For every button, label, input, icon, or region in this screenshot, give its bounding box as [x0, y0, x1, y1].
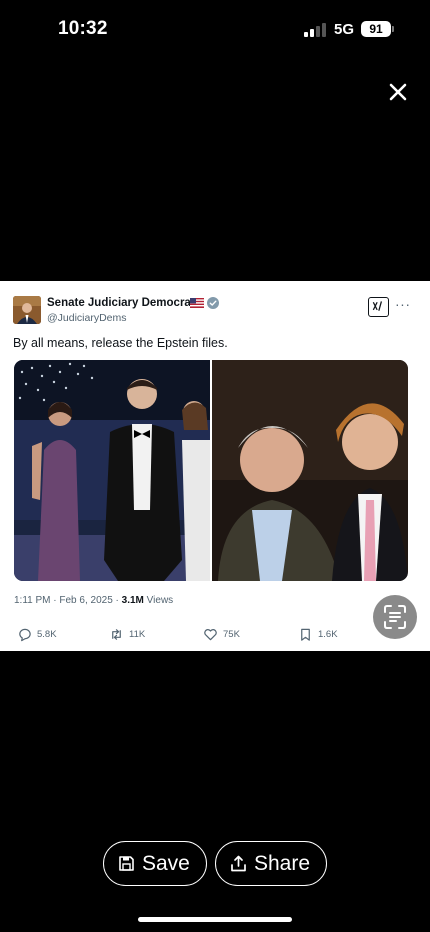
tweet-media[interactable] — [14, 360, 408, 581]
save-icon — [119, 856, 134, 871]
grok-icon — [372, 301, 383, 311]
reply-icon — [19, 628, 31, 642]
save-label: Save — [142, 852, 190, 875]
photo-portrait-icon[interactable] — [212, 360, 408, 581]
views-count: 3.1M — [121, 595, 144, 606]
bookmark-icon — [301, 628, 310, 641]
close-button[interactable] — [384, 78, 412, 106]
tweet-card: Senate Judiciary Democrats @JudiciaryDem… — [0, 281, 430, 651]
tweet-actions: 5.8K 11K 75K 1.6K — [0, 627, 430, 645]
status-bar: 10:32 5G 91 — [0, 0, 430, 60]
share-label: Share — [254, 852, 311, 875]
repost-button[interactable]: 11K — [109, 627, 149, 643]
us-flag-icon — [190, 298, 204, 308]
views-label: Views — [143, 595, 174, 606]
save-button[interactable]: Save — [103, 841, 207, 886]
visual-lookup-button[interactable] — [373, 595, 417, 639]
share-icon — [231, 855, 246, 872]
battery-icon: 91 — [361, 21, 391, 37]
home-indicator[interactable] — [138, 917, 292, 922]
battery-tip — [392, 26, 394, 32]
like-button[interactable]: 75K — [203, 627, 243, 643]
like-count: 75K — [223, 629, 240, 640]
status-time: 10:32 — [58, 18, 108, 39]
network-type: 5G — [334, 21, 355, 38]
bookmark-count: 1.6K — [318, 629, 338, 640]
more-options-button[interactable]: ··· — [395, 296, 411, 312]
reply-button[interactable]: 5.8K — [17, 627, 61, 643]
tweet-text: By all means, release the Epstein files. — [13, 336, 228, 350]
author-handle[interactable]: @JudiciaryDems — [47, 312, 127, 324]
grok-button[interactable] — [368, 297, 389, 317]
repost-icon — [112, 629, 121, 640]
photo-event-icon[interactable] — [14, 360, 210, 581]
reply-count: 5.8K — [37, 629, 57, 640]
repost-count: 11K — [129, 629, 146, 640]
author-name[interactable]: Senate Judiciary Democrats — [47, 297, 201, 309]
share-button[interactable]: Share — [215, 841, 327, 886]
tweet-timestamp: 1:11 PM · Feb 6, 2025 · — [14, 595, 122, 606]
bookmark-button[interactable]: 1.6K — [298, 627, 338, 643]
signal-icon — [304, 23, 328, 37]
tweet-meta: 1:11 PM · Feb 6, 2025 · 3.1M Views — [14, 595, 173, 606]
verified-badge-icon — [207, 297, 219, 309]
avatar[interactable] — [13, 296, 41, 324]
close-icon — [389, 83, 407, 101]
heart-icon — [204, 629, 217, 641]
text-scan-icon — [384, 605, 406, 629]
